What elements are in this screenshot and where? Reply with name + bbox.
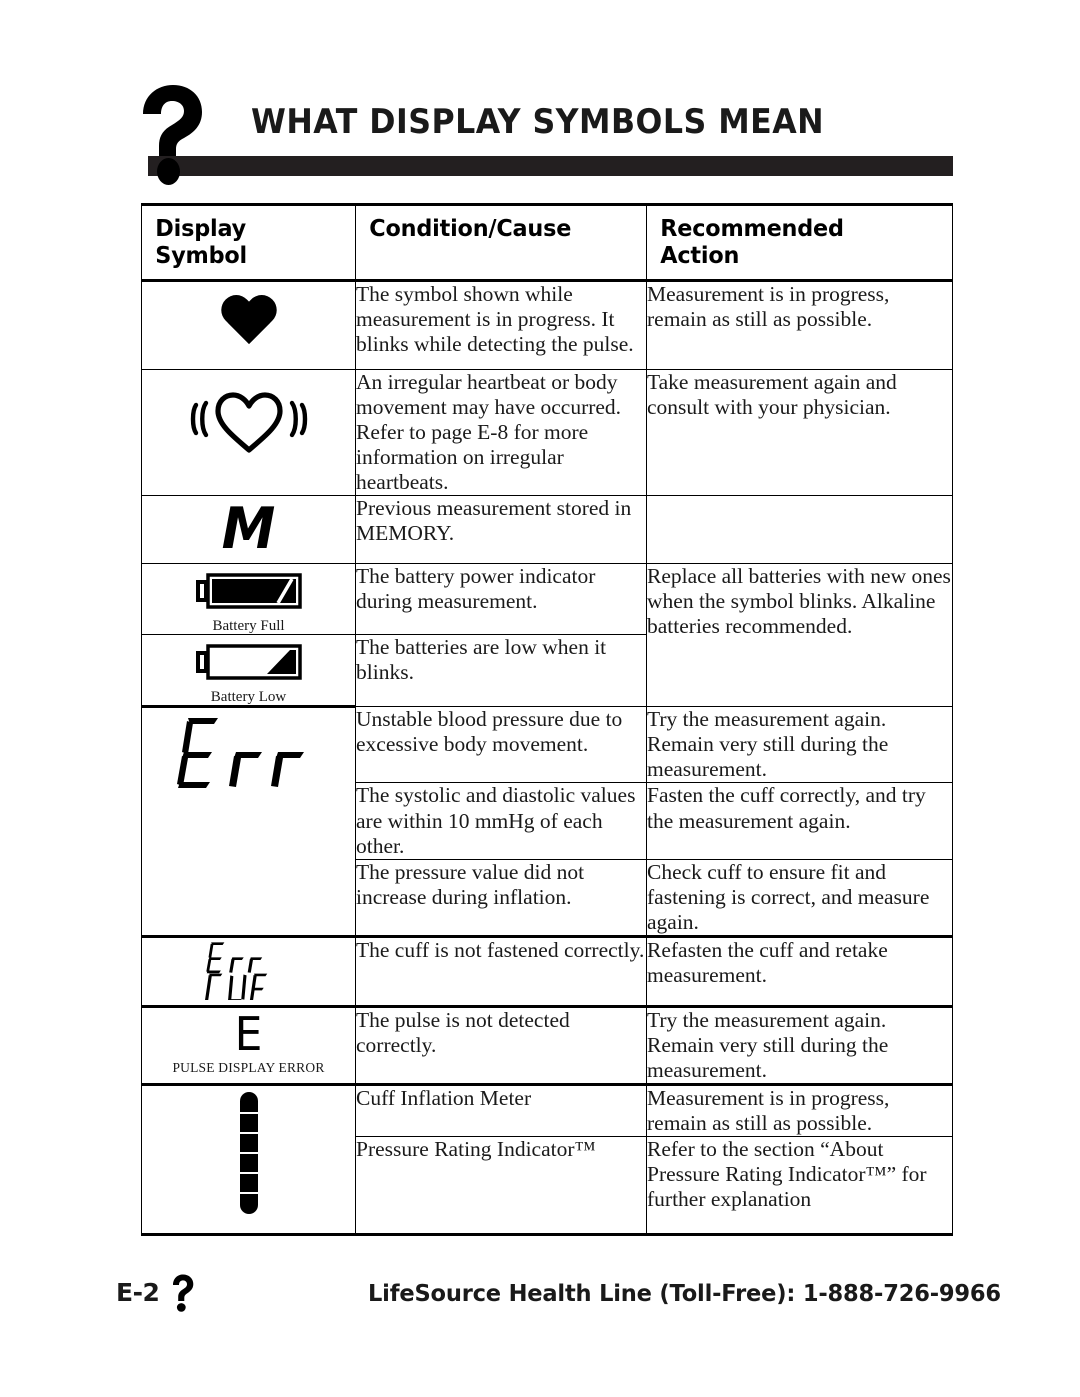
- symbol-cell-memory: M: [141, 495, 356, 565]
- column-header-recommended-action: Recommended Action: [646, 202, 953, 283]
- symbol-cell-err-cuf: [141, 935, 356, 1008]
- condition-cell: Unstable blood pressure due to excessive…: [355, 706, 647, 784]
- table-header-row: Display Symbol Condition/Cause Recommend…: [141, 202, 953, 283]
- header-rule: [148, 156, 953, 176]
- page-title: WHAT DISPLAY SYMBOLS MEAN: [251, 102, 825, 142]
- condition-cell: The cuff is not fastened correctly.: [355, 935, 647, 1008]
- action-cell: Check cuff to ensure fit and fastening i…: [646, 858, 953, 938]
- column-header-condition-cause: Condition/Cause: [355, 202, 647, 283]
- action-text: Measurement is in progress, remain as st…: [647, 282, 890, 332]
- table-row: Cuff Inflation Meter Measurement is in p…: [141, 1083, 953, 1236]
- condition-text: An irregular heartbeat or body movement …: [356, 370, 622, 495]
- table-row: An irregular heartbeat or body movement …: [141, 369, 953, 497]
- condition-text: The battery power indicator during measu…: [356, 564, 596, 614]
- condition-cell: Previous measurement stored in MEMORY.: [355, 495, 647, 565]
- condition-cell: Cuff Inflation Meter: [355, 1083, 647, 1137]
- condition-text: The pressure value did not increase duri…: [356, 859, 585, 909]
- action-text: Take measurement again and consult with …: [647, 370, 897, 420]
- condition-text: The symbol shown while measurement is in…: [356, 282, 634, 357]
- pulse-e-icon: E: [234, 1007, 263, 1062]
- column-header-recommended-action-line2: Action: [660, 240, 740, 269]
- condition-cell: The batteries are low when it blinks.: [355, 634, 647, 708]
- condition-cell: The battery power indicator during measu…: [355, 563, 647, 636]
- column-header-condition-cause-label: Condition/Cause: [369, 214, 572, 242]
- action-cell: Replace all batteries with new ones when…: [646, 563, 953, 708]
- symbol-caption: Battery Full: [212, 618, 285, 635]
- action-cell: Measurement is in progress, remain as st…: [646, 1083, 953, 1137]
- action-cell: Try the measurement again. Remain very s…: [646, 706, 953, 784]
- condition-cell: The systolic and diastolic values are wi…: [355, 782, 647, 860]
- symbol-cell-pulse-error: E PULSE DISPLAY ERROR: [141, 1005, 356, 1086]
- action-text: Replace all batteries with new ones when…: [647, 564, 951, 639]
- memory-m-icon: M: [221, 495, 276, 563]
- column-header-display-symbol-line2: Symbol: [155, 240, 248, 269]
- condition-cell: The symbol shown while measurement is in…: [355, 280, 647, 371]
- action-text: Try the measurement again. Remain very s…: [647, 1007, 889, 1082]
- condition-text: Unstable blood pressure due to excessive…: [356, 707, 623, 757]
- symbol-caption: Battery Low: [210, 689, 287, 706]
- condition-text: The batteries are low when it blinks.: [356, 635, 607, 685]
- condition-cell: An irregular heartbeat or body movement …: [355, 369, 647, 497]
- question-mark-dot-icon: [157, 158, 180, 185]
- cuff-inflation-bar-icon: [234, 1086, 264, 1228]
- table-row: M Previous measurement stored in MEMORY.: [141, 495, 953, 565]
- action-text: Fasten the cuff correctly, and try the m…: [647, 783, 926, 833]
- condition-cell: The pulse is not detected correctly.: [355, 1005, 647, 1086]
- err-lcd-icon: [174, 708, 324, 794]
- page-footer: E-2 LifeSource Health Line (Toll-Free): …: [0, 1272, 1080, 1332]
- symbol-cell-cuff-inflation: [141, 1083, 356, 1236]
- action-cell: Measurement is in progress, remain as st…: [646, 280, 953, 371]
- symbol-cell-battery-low: Battery Low: [141, 634, 356, 709]
- page-number: E-2: [116, 1278, 160, 1307]
- column-header-display-symbol: Display Symbol: [141, 202, 356, 283]
- condition-cell: Pressure Rating Indicator™: [355, 1135, 647, 1236]
- battery-low-icon: [194, 635, 304, 684]
- symbol-cell-battery-full: Battery Full: [141, 563, 356, 636]
- symbol-caption: PULSE DISPLAY ERROR: [172, 1059, 325, 1075]
- action-cell: [646, 495, 953, 565]
- err-cuf-lcd-icon: [201, 938, 297, 1004]
- condition-text: The systolic and diastolic values are wi…: [356, 783, 636, 858]
- condition-text: Pressure Rating Indicator™: [356, 1136, 596, 1161]
- action-text: Refer to the section “About Pressure Rat…: [647, 1136, 927, 1212]
- symbol-cell-irregular-heartbeat: [141, 369, 356, 497]
- battery-full-icon: [194, 564, 304, 613]
- symbol-cell-heart-filled: [141, 280, 356, 371]
- table-row: Unstable blood pressure due to excessive…: [141, 706, 953, 938]
- heart-filled-icon: [219, 296, 279, 352]
- column-header-recommended-action-line1: Recommended: [660, 214, 844, 242]
- table-row: Battery Full The battery power indicator…: [141, 563, 953, 708]
- irregular-heartbeat-icon: [190, 382, 308, 456]
- condition-cell: The pressure value did not increase duri…: [355, 858, 647, 938]
- symbol-cell-err: [141, 706, 356, 938]
- table-row: The cuff is not fastened correctly. Refa…: [141, 935, 953, 1008]
- action-cell: Try the measurement again. Remain very s…: [646, 1005, 953, 1086]
- condition-text: The pulse is not detected correctly.: [356, 1007, 570, 1057]
- condition-text: Cuff Inflation Meter: [356, 1085, 532, 1110]
- action-text: Check cuff to ensure fit and fastening i…: [647, 859, 930, 934]
- column-header-display-symbol-line1: Display: [155, 214, 247, 242]
- action-text: Refasten the cuff and retake measurement…: [647, 937, 888, 987]
- table-row: The symbol shown while measurement is in…: [141, 280, 953, 371]
- action-text: Try the measurement again. Remain very s…: [647, 707, 889, 782]
- page-header: WHAT DISPLAY SYMBOLS MEAN: [141, 85, 953, 188]
- table-row: E PULSE DISPLAY ERROR The pulse is not d…: [141, 1005, 953, 1086]
- display-symbols-table: Display Symbol Condition/Cause Recommend…: [141, 202, 953, 1236]
- action-text: Measurement is in progress, remain as st…: [647, 1085, 890, 1135]
- action-cell: Refasten the cuff and retake measurement…: [646, 935, 953, 1008]
- action-cell: Take measurement again and consult with …: [646, 369, 953, 497]
- question-mark-icon: [173, 1274, 194, 1312]
- action-cell: Fasten the cuff correctly, and try the m…: [646, 782, 953, 860]
- condition-text: Previous measurement stored in MEMORY.: [356, 496, 632, 546]
- condition-text: The cuff is not fastened correctly.: [356, 937, 645, 962]
- action-cell: Refer to the section “About Pressure Rat…: [646, 1135, 953, 1236]
- help-line-text: LifeSource Health Line (Toll-Free): 1-88…: [368, 1279, 1001, 1307]
